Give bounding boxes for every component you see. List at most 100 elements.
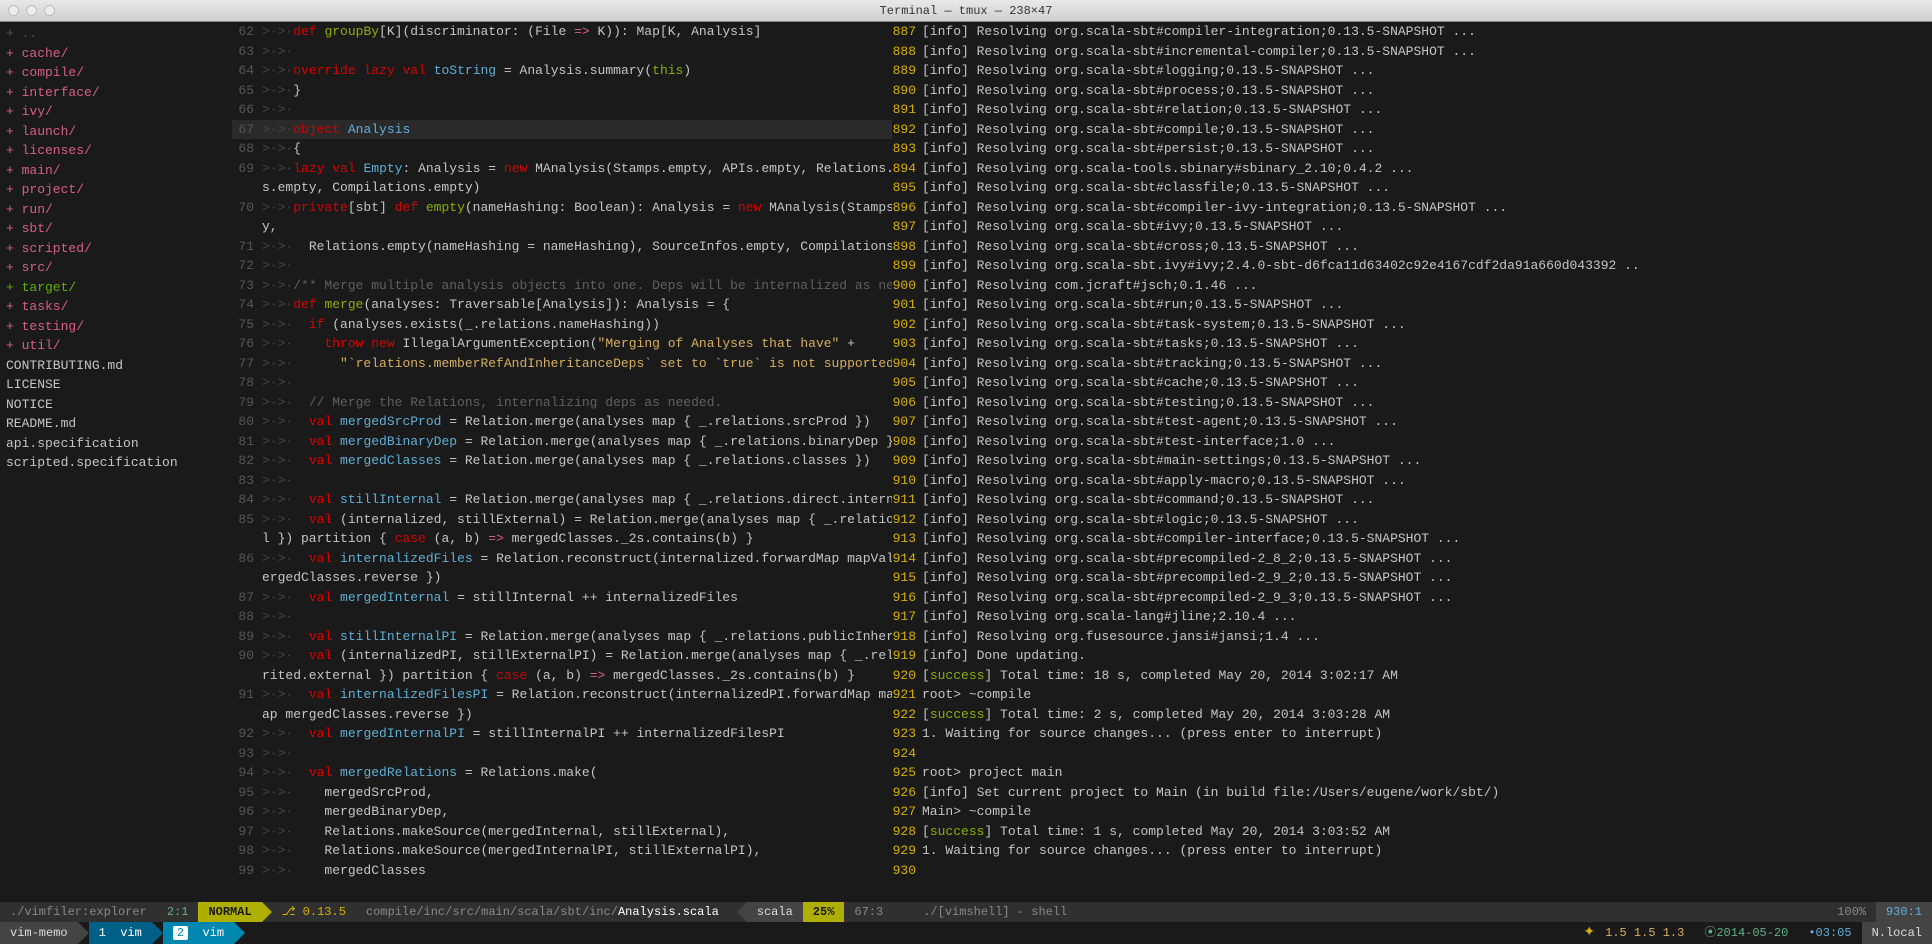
dir-item[interactable]: + scripted/ bbox=[0, 239, 232, 259]
line-number: 78 bbox=[232, 373, 262, 393]
dir-item[interactable]: + project/ bbox=[0, 180, 232, 200]
code-line[interactable]: 97>·>· Relations.makeSource(mergedIntern… bbox=[232, 822, 892, 842]
dir-item[interactable]: + main/ bbox=[0, 161, 232, 181]
code-line[interactable]: 80>·>· val mergedSrcProd = Relation.merg… bbox=[232, 412, 892, 432]
dir-item[interactable]: + cache/ bbox=[0, 44, 232, 64]
code-line[interactable]: 89>·>· val stillInternalPI = Relation.me… bbox=[232, 627, 892, 647]
code-line[interactable]: l }) partition { case (a, b) => mergedCl… bbox=[232, 529, 892, 549]
log-line-number: 904 bbox=[892, 354, 922, 374]
code-line[interactable]: 77>·>· "`relations.memberRefAndInheritan… bbox=[232, 354, 892, 374]
code-line[interactable]: 96>·>· mergedBinaryDep, bbox=[232, 802, 892, 822]
zoom-button[interactable] bbox=[44, 5, 55, 16]
line-number: 63 bbox=[232, 42, 262, 62]
tmux-date: ⦿2014-05-20 bbox=[1694, 922, 1798, 944]
close-button[interactable] bbox=[8, 5, 19, 16]
code-line[interactable]: s.empty, Compilations.empty) bbox=[232, 178, 892, 198]
file-item[interactable]: scripted.specification bbox=[0, 453, 232, 473]
file-item[interactable]: README.md bbox=[0, 414, 232, 434]
dir-item[interactable]: + run/ bbox=[0, 200, 232, 220]
log-line-number: 891 bbox=[892, 100, 922, 120]
code-line[interactable]: 93>·>· bbox=[232, 744, 892, 764]
code-line[interactable]: 74>·>·def merge(analyses: Traversable[An… bbox=[232, 295, 892, 315]
code-line[interactable]: 95>·>· mergedSrcProd, bbox=[232, 783, 892, 803]
code-line[interactable]: 69>·>·lazy val Empty: Analysis = new MAn… bbox=[232, 159, 892, 179]
log-text: [info] Resolving org.scala-sbt#apply-mac… bbox=[922, 471, 1406, 491]
tmux-win1-idx: 1 bbox=[99, 926, 106, 940]
file-item[interactable]: LICENSE bbox=[0, 375, 232, 395]
dir-item[interactable]: + util/ bbox=[0, 336, 232, 356]
traffic-lights[interactable] bbox=[8, 5, 55, 16]
main-panes: + ..+ cache/+ compile/+ interface/+ ivy/… bbox=[0, 22, 1932, 902]
log-text: [info] Resolving org.scala-sbt#task-syst… bbox=[922, 315, 1406, 335]
code-line[interactable]: 64>·>·override lazy val toString = Analy… bbox=[232, 61, 892, 81]
code-line[interactable]: 76>·>· throw new IllegalArgumentExceptio… bbox=[232, 334, 892, 354]
code-line[interactable]: 73>·>·/** Merge multiple analysis object… bbox=[232, 276, 892, 296]
path-prefix: compile/inc/src/main/scala/sbt/inc/ bbox=[366, 903, 618, 921]
code-text: l }) partition { case (a, b) => mergedCl… bbox=[262, 529, 754, 549]
dir-item[interactable]: + ivy/ bbox=[0, 102, 232, 122]
log-line: 918[info] Resolving org.fusesource.jansi… bbox=[892, 627, 1932, 647]
code-line[interactable]: 65>·>·} bbox=[232, 81, 892, 101]
dir-item[interactable]: + launch/ bbox=[0, 122, 232, 142]
code-line[interactable]: y, bbox=[232, 217, 892, 237]
code-line[interactable]: 86>·>· val internalizedFiles = Relation.… bbox=[232, 549, 892, 569]
dir-item[interactable]: + src/ bbox=[0, 258, 232, 278]
dir-item[interactable]: + tasks/ bbox=[0, 297, 232, 317]
code-line[interactable]: 94>·>· val mergedRelations = Relations.m… bbox=[232, 763, 892, 783]
log-text: [info] Resolving org.scala-sbt#compiler-… bbox=[922, 198, 1507, 218]
code-line[interactable]: 84>·>· val stillInternal = Relation.merg… bbox=[232, 490, 892, 510]
tmux-window-1[interactable]: 1 vim bbox=[89, 922, 152, 944]
code-line[interactable]: 85>·>· val (internalized, stillExternal)… bbox=[232, 510, 892, 530]
dir-item[interactable]: + testing/ bbox=[0, 317, 232, 337]
dir-item[interactable]: + sbt/ bbox=[0, 219, 232, 239]
code-line[interactable]: 91>·>· val internalizedFilesPI = Relatio… bbox=[232, 685, 892, 705]
file-item[interactable]: NOTICE bbox=[0, 395, 232, 415]
code-line[interactable]: 92>·>· val mergedInternalPI = stillInter… bbox=[232, 724, 892, 744]
code-line[interactable]: 67>·>·object Analysis bbox=[232, 120, 892, 140]
status-percent: 25% bbox=[803, 902, 845, 922]
sbt-shell[interactable]: 887[info] Resolving org.scala-sbt#compil… bbox=[892, 22, 1932, 902]
dir-item[interactable]: + licenses/ bbox=[0, 141, 232, 161]
fold-marks: >·>· bbox=[262, 432, 293, 452]
code-line[interactable]: 99>·>· mergedClasses bbox=[232, 861, 892, 881]
code-line[interactable]: 72>·>· bbox=[232, 256, 892, 276]
code-line[interactable]: 90>·>· val (internalizedPI, stillExterna… bbox=[232, 646, 892, 666]
code-line[interactable]: 98>·>· Relations.makeSource(mergedIntern… bbox=[232, 841, 892, 861]
log-text: [info] Resolving org.scala-sbt#compile;0… bbox=[922, 120, 1374, 140]
file-item[interactable]: + .. bbox=[0, 24, 232, 44]
code-line[interactable]: 83>·>· bbox=[232, 471, 892, 491]
code-line[interactable]: 75>·>· if (analyses.exists(_.relations.n… bbox=[232, 315, 892, 335]
code-line[interactable]: ap mergedClasses.reverse }) bbox=[232, 705, 892, 725]
file-item[interactable]: CONTRIBUTING.md bbox=[0, 356, 232, 376]
file-item[interactable]: api.specification bbox=[0, 434, 232, 454]
code-line[interactable]: 70>·>·private[sbt] def empty(nameHashing… bbox=[232, 198, 892, 218]
code-line[interactable]: 62>·>·def groupBy[K](discriminator: (Fil… bbox=[232, 22, 892, 42]
code-line[interactable]: 82>·>· val mergedClasses = Relation.merg… bbox=[232, 451, 892, 471]
code-line[interactable]: 66>·>· bbox=[232, 100, 892, 120]
tmux-window-2-active[interactable]: 2 vim bbox=[163, 922, 234, 944]
code-line[interactable]: 68>·>·{ bbox=[232, 139, 892, 159]
file-explorer[interactable]: + ..+ cache/+ compile/+ interface/+ ivy/… bbox=[0, 22, 232, 902]
log-line-number: 919 bbox=[892, 646, 922, 666]
code-line[interactable]: 78>·>· bbox=[232, 373, 892, 393]
code-line[interactable]: 81>·>· val mergedBinaryDep = Relation.me… bbox=[232, 432, 892, 452]
code-line[interactable]: 71>·>· Relations.empty(nameHashing = nam… bbox=[232, 237, 892, 257]
log-line: 906[info] Resolving org.scala-sbt#testin… bbox=[892, 393, 1932, 413]
minimize-button[interactable] bbox=[26, 5, 37, 16]
code-line[interactable]: 63>·>· bbox=[232, 42, 892, 62]
path-filename: Analysis.scala bbox=[618, 903, 719, 921]
code-line[interactable]: 79>·>· // Merge the Relations, internali… bbox=[232, 393, 892, 413]
log-line: 9231. Waiting for source changes... (pre… bbox=[892, 724, 1932, 744]
code-line[interactable]: rited.external }) partition { case (a, b… bbox=[232, 666, 892, 686]
code-text: y, bbox=[262, 217, 278, 237]
line-number: 70 bbox=[232, 198, 262, 218]
fold-marks: >·>· bbox=[262, 490, 293, 510]
code-line[interactable]: 87>·>· val mergedInternal = stillInterna… bbox=[232, 588, 892, 608]
tmux-session[interactable]: vim-memo bbox=[0, 922, 78, 944]
dir-item[interactable]: + target/ bbox=[0, 278, 232, 298]
dir-item[interactable]: + compile/ bbox=[0, 63, 232, 83]
code-editor[interactable]: 62>·>·def groupBy[K](discriminator: (Fil… bbox=[232, 22, 892, 902]
code-line[interactable]: 88>·>· bbox=[232, 607, 892, 627]
dir-item[interactable]: + interface/ bbox=[0, 83, 232, 103]
code-line[interactable]: ergedClasses.reverse }) bbox=[232, 568, 892, 588]
